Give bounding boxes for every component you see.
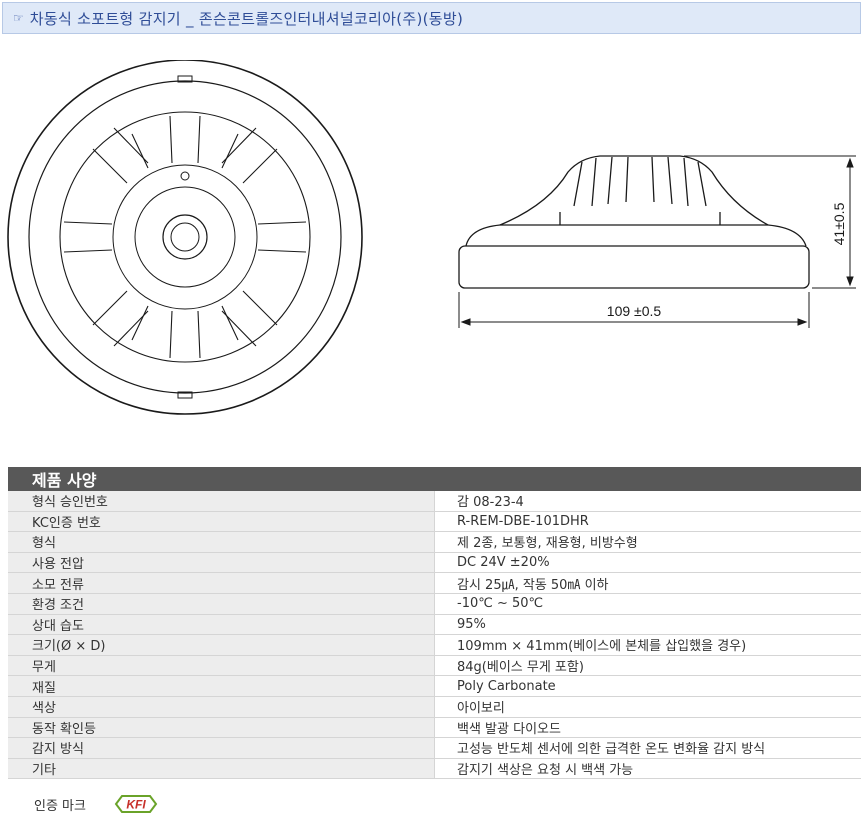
spec-key: 무게 [8, 655, 435, 677]
spec-key: 동작 확인등 [8, 717, 435, 739]
spec-value: 고성능 반도체 센서에 의한 급격한 온도 변화율 감지 방식 [434, 737, 861, 759]
pointing-hand-icon: ☞ [13, 11, 24, 25]
spec-key: 소모 전류 [8, 572, 435, 594]
kfi-logo-icon: KFI [114, 795, 158, 813]
table-row: 소모 전류 감시 25㎂, 작동 50㎃ 이하 [8, 572, 861, 594]
spec-value: 감지기 색상은 요청 시 백색 가능 [434, 758, 861, 780]
table-row: 사용 전압 DC 24V ±20% [8, 552, 861, 574]
table-row: KC인증 번호 R-REM-DBE-101DHR [8, 511, 861, 533]
table-row: 환경 조건 -10℃ ~ 50℃ [8, 593, 861, 615]
spec-value: 아이보리 [434, 696, 861, 718]
certification-mark: 인증 마크 KFI [34, 793, 160, 815]
table-row: 형식 승인번호 감 08-23-4 [8, 491, 861, 512]
table-row: 형식 제 2종, 보통형, 재용형, 비방수형 [8, 531, 861, 553]
spec-key: 형식 [8, 531, 435, 553]
title-bar: ☞ 차동식 소포트형 감지기 _ 존슨콘트롤즈인터내셔널코리아(주)(동방) [2, 2, 861, 34]
table-row: 크기(Ø × D) 109mm × 41mm(베이스에 본체를 삽입했을 경우) [8, 634, 861, 656]
width-dimension-label: 109 ±0.5 [607, 303, 662, 319]
table-row: 동작 확인등 백색 발광 다이오드 [8, 717, 861, 739]
spec-key: 재질 [8, 675, 435, 697]
spec-value: 95% [434, 614, 861, 636]
spec-value: 109mm × 41mm(베이스에 본체를 삽입했을 경우) [434, 634, 861, 656]
spec-key: 기타 [8, 758, 435, 780]
cert-label: 인증 마크 [34, 798, 86, 814]
spec-value: 감시 25㎂, 작동 50㎃ 이하 [434, 572, 861, 594]
spec-value: 감 08-23-4 [434, 491, 861, 512]
page-title: 차동식 소포트형 감지기 _ 존슨콘트롤즈인터내셔널코리아(주)(동방) [29, 9, 464, 28]
product-drawing: 109 ±0.5 41±0.5 [7, 60, 856, 415]
spec-key: 감지 방식 [8, 737, 435, 759]
spec-key: 색상 [8, 696, 435, 718]
table-row: 감지 방식 고성능 반도체 센서에 의한 급격한 온도 변화율 감지 방식 [8, 737, 861, 759]
height-dimension-label: 41±0.5 [831, 202, 847, 245]
spec-key: 환경 조건 [8, 593, 435, 615]
spec-key: 상대 습도 [8, 614, 435, 636]
spec-key: 사용 전압 [8, 552, 435, 574]
spec-key: 형식 승인번호 [8, 491, 435, 512]
spec-value: -10℃ ~ 50℃ [434, 593, 861, 615]
table-row: 색상 아이보리 [8, 696, 861, 718]
kfi-logo-text: KFI [126, 798, 146, 812]
table-row: 상대 습도 95% [8, 614, 861, 636]
spec-key: KC인증 번호 [8, 511, 435, 533]
spec-value: 84g(베이스 무게 포함) [434, 655, 861, 677]
spec-value: DC 24V ±20% [434, 552, 861, 574]
spec-table: 제품 사양 형식 승인번호 감 08-23-4 KC인증 번호 R-REM-DBE-… [8, 467, 861, 780]
spec-key: 크기(Ø × D) [8, 634, 435, 656]
spec-value: 제 2종, 보통형, 재용형, 비방수형 [434, 531, 861, 553]
spec-value: 백색 발광 다이오드 [434, 717, 861, 739]
spec-value: Poly Carbonate [434, 675, 861, 697]
detector-top-view [7, 60, 363, 415]
spec-heading: 제품 사양 [8, 467, 861, 491]
spec-value: R-REM-DBE-101DHR [434, 511, 861, 533]
table-row: 기타 감지기 색상은 요청 시 백색 가능 [8, 758, 861, 780]
table-row: 재질 Poly Carbonate [8, 675, 861, 697]
detector-side-view [458, 155, 810, 289]
table-row: 무게 84g(베이스 무게 포함) [8, 655, 861, 677]
